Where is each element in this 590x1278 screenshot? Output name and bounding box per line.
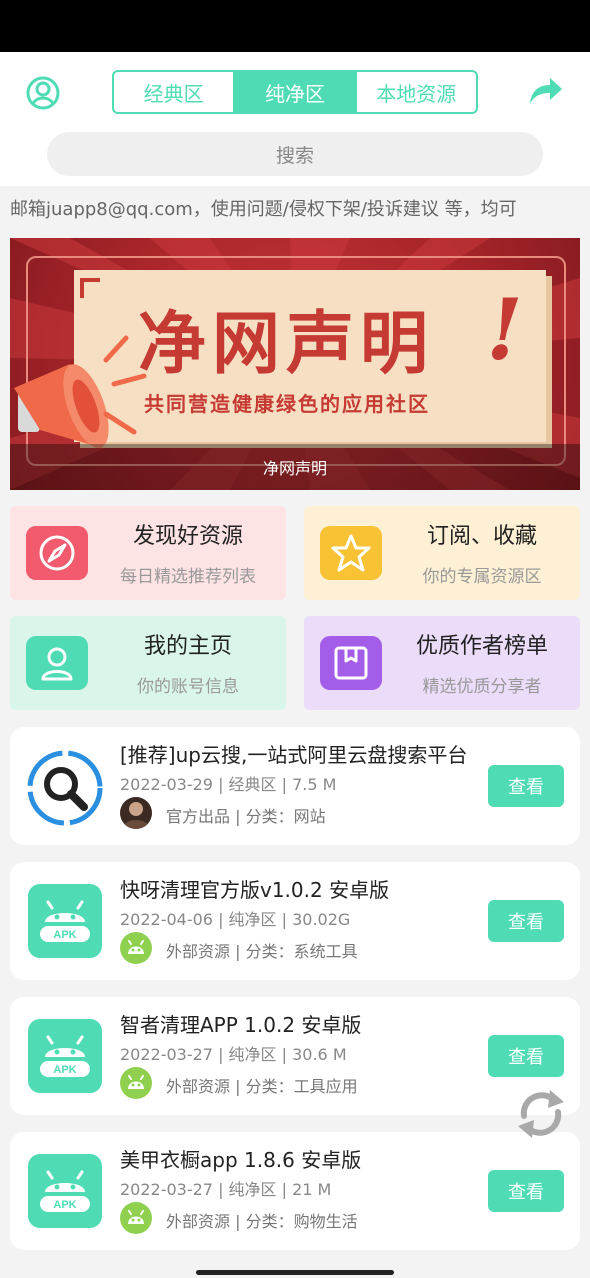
refresh-icon[interactable] <box>514 1086 568 1142</box>
shortcut-subtitle: 精选优质分享者 <box>422 677 542 697</box>
apk-label: APK <box>53 1064 76 1076</box>
view-button[interactable]: 查看 <box>488 765 564 807</box>
share-icon[interactable] <box>528 76 564 108</box>
shortcut-profile[interactable]: 我的主页 你的账号信息 <box>10 616 286 710</box>
apk-label: APK <box>53 929 76 941</box>
apk-icon: APK <box>28 884 102 958</box>
android-avatar-icon <box>120 1067 152 1099</box>
shortcut-subtitle: 你的专属资源区 <box>422 567 542 587</box>
shortcut-title: 发现好资源 <box>132 524 243 549</box>
user-avatar-icon[interactable] <box>26 76 60 110</box>
compass-icon <box>26 526 88 580</box>
shortcut-subtitle: 你的账号信息 <box>137 677 239 697</box>
star-icon <box>320 526 382 580</box>
item-title: 智者清理APP 1.0.2 安卓版 <box>120 1013 362 1037</box>
banner-title: 净网声明 <box>138 304 435 384</box>
banner[interactable]: 净网声明 ! 共同营造健康绿色的应用社区 净网声明 <box>10 238 580 490</box>
search-input[interactable]: 搜索 <box>47 132 543 176</box>
item-meta: 2022-04-06 | 纯净区 | 30.02G <box>120 910 351 929</box>
list-item[interactable]: APK 美甲衣橱app 1.8.6 安卓版 2022-03-27 | 纯净区 |… <box>10 1132 580 1250</box>
megaphone-icon <box>14 335 147 448</box>
apk-icon: APK <box>28 1154 102 1228</box>
shortcut-authors[interactable]: 优质作者榜单 精选优质分享者 <box>304 616 580 710</box>
item-source: 外部资源 | 分类：工具应用 <box>166 1077 358 1096</box>
view-button[interactable]: 查看 <box>488 1170 564 1212</box>
item-source: 外部资源 | 分类：购物生活 <box>166 1212 358 1231</box>
apk-icon: APK <box>28 1019 102 1093</box>
banner-subtitle: 共同营造健康绿色的应用社区 <box>144 392 430 416</box>
item-meta: 2022-03-27 | 纯净区 | 30.6 M <box>120 1045 347 1064</box>
shortcut-subtitle: 每日精选推荐列表 <box>120 567 256 587</box>
banner-caption: 净网声明 <box>10 444 580 490</box>
android-avatar-icon <box>120 932 152 964</box>
tab-classic[interactable]: 经典区 <box>114 72 236 112</box>
tab-pure[interactable]: 纯净区 <box>235 72 357 112</box>
item-title: [推荐]up云搜,一站式阿里云盘搜索平台 <box>120 743 468 767</box>
shortcut-discover[interactable]: 发现好资源 每日精选推荐列表 <box>10 506 286 600</box>
banner-exclaim: ! <box>486 280 523 379</box>
top-header: 经典区 纯净区 本地资源 搜索 <box>0 52 590 186</box>
item-source: 官方出品 | 分类：网站 <box>166 807 326 826</box>
shortcut-title: 优质作者榜单 <box>415 634 548 659</box>
item-source: 外部资源 | 分类：系统工具 <box>166 942 358 961</box>
shortcut-title: 订阅、收藏 <box>426 524 537 549</box>
user-icon <box>26 636 88 690</box>
item-meta: 2022-03-27 | 纯净区 | 21 M <box>120 1180 332 1199</box>
status-bar <box>0 0 590 52</box>
view-button[interactable]: 查看 <box>488 900 564 942</box>
list-item[interactable]: [推荐]up云搜,一站式阿里云盘搜索平台 2022-03-29 | 经典区 | … <box>10 727 580 845</box>
box-icon <box>320 636 382 690</box>
item-meta: 2022-03-29 | 经典区 | 7.5 M <box>120 775 337 794</box>
shortcut-title: 我的主页 <box>143 634 232 659</box>
list-item[interactable]: APK 快呀清理官方版v1.0.2 安卓版 2022-04-06 | 纯净区 |… <box>10 862 580 980</box>
view-button[interactable]: 查看 <box>488 1035 564 1077</box>
item-title: 快呀清理官方版v1.0.2 安卓版 <box>120 878 390 902</box>
search-app-icon <box>27 750 103 826</box>
zone-tabs: 经典区 纯净区 本地资源 <box>112 70 478 114</box>
shortcut-subscribe[interactable]: 订阅、收藏 你的专属资源区 <box>304 506 580 600</box>
android-avatar-icon <box>120 1202 152 1234</box>
tab-local[interactable]: 本地资源 <box>357 72 476 112</box>
author-avatar <box>120 797 152 829</box>
item-title: 美甲衣橱app 1.8.6 安卓版 <box>120 1148 362 1172</box>
apk-label: APK <box>53 1199 76 1211</box>
notice-marquee: 邮箱juapp8@qq.com，使用问题/侵权下架/投诉建议 等，均可 <box>0 186 590 234</box>
list-item[interactable]: APK 智者清理APP 1.0.2 安卓版 2022-03-27 | 纯净区 |… <box>10 997 580 1115</box>
corner-bracket-icon <box>80 278 100 298</box>
home-indicator <box>196 1270 394 1275</box>
